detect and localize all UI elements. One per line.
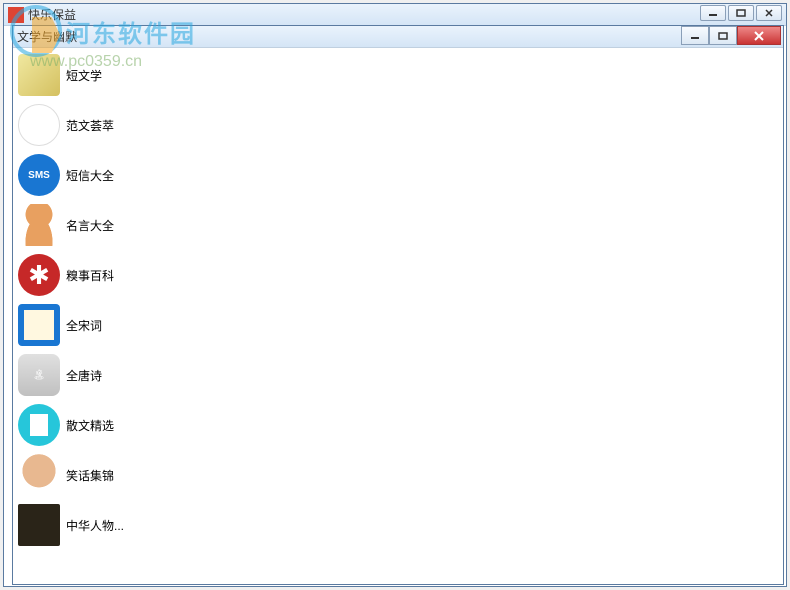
minimize-button[interactable] — [681, 26, 709, 45]
list-item-essays[interactable]: 范文荟萃 — [14, 100, 782, 150]
inner-titlebar[interactable]: 文学与幽默 — [13, 26, 783, 48]
book-icon — [18, 304, 60, 346]
list-item-people[interactable]: 中华人物... — [14, 500, 782, 550]
outer-window-title: 快乐保益 — [28, 6, 76, 23]
inner-window: 文学与幽默 短文学 范文荟萃 SMS 短信大全 名言大全 ✱ 糗事百科 — [12, 25, 784, 585]
list-item-label: 中华人物... — [66, 517, 124, 534]
list-item-label: 散文精选 — [66, 417, 114, 434]
palette-icon — [18, 104, 60, 146]
outer-titlebar[interactable]: 快乐保益 — [4, 4, 786, 26]
inner-window-title: 文学与幽默 — [17, 28, 77, 45]
close-button[interactable] — [737, 26, 781, 45]
list-item-prose[interactable]: 散文精选 — [14, 400, 782, 450]
outer-window-controls — [700, 5, 782, 21]
app-icon — [8, 7, 24, 23]
minimize-button[interactable] — [700, 5, 726, 21]
maximize-button[interactable] — [709, 26, 737, 45]
list-item-label: 笑话集锦 — [66, 467, 114, 484]
close-button[interactable] — [756, 5, 782, 21]
document-icon — [18, 404, 60, 446]
content-area: 短文学 范文荟萃 SMS 短信大全 名言大全 ✱ 糗事百科 全宋词 🏝 全唐诗 … — [14, 50, 782, 583]
face-icon — [18, 454, 60, 496]
painting-icon — [18, 504, 60, 546]
inner-window-controls — [681, 26, 781, 45]
list-item-jokes[interactable]: 笑话集锦 — [14, 450, 782, 500]
maximize-button[interactable] — [728, 5, 754, 21]
